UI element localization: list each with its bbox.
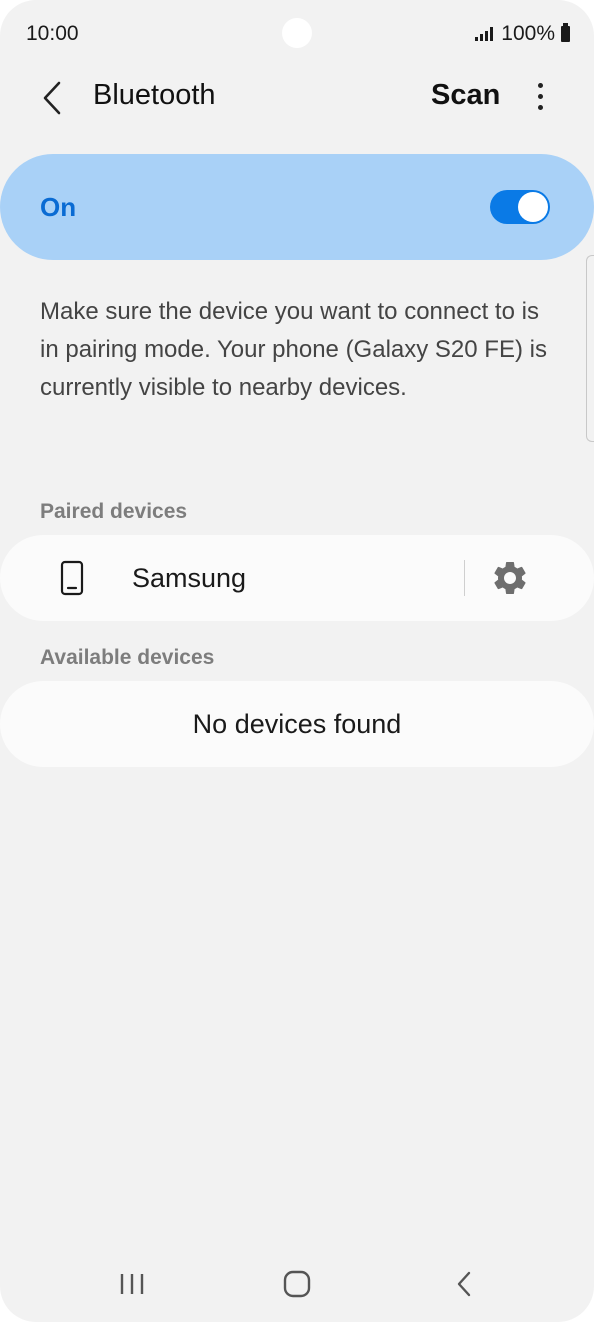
phone-icon (60, 560, 84, 596)
recents-button[interactable] (102, 1264, 162, 1304)
paired-device-item[interactable]: Samsung (0, 535, 594, 621)
home-button[interactable] (267, 1264, 327, 1304)
app-bar: Bluetooth Scan (0, 62, 594, 132)
scrollbar[interactable] (586, 255, 594, 442)
signal-icon (475, 27, 494, 41)
page-title: Bluetooth (93, 79, 216, 111)
back-icon (457, 1271, 471, 1297)
status-bar: 10:00 100% (0, 0, 594, 70)
gear-icon (494, 562, 526, 594)
switch-knob (518, 192, 548, 222)
divider (464, 560, 465, 596)
recents-icon (120, 1274, 144, 1294)
back-arrow-icon (43, 81, 61, 115)
device-name: Samsung (132, 563, 247, 593)
status-indicators: 100% (475, 22, 570, 46)
phone-screen: 10:00 100% Bluetooth Scan On Make sure t… (0, 0, 594, 1322)
paired-devices-header: Paired devices (40, 500, 188, 523)
battery-icon (561, 23, 570, 42)
no-devices-message: No devices found (192, 709, 402, 739)
bluetooth-switch[interactable] (490, 190, 550, 224)
toggle-state-label: On (40, 192, 77, 222)
navigation-bar (0, 1244, 594, 1322)
nav-back-button[interactable] (434, 1264, 494, 1304)
more-options-button[interactable] (520, 76, 560, 116)
pairing-description: Make sure the device you want to connect… (40, 298, 547, 401)
bluetooth-toggle-card[interactable]: On (0, 154, 594, 260)
device-settings-button[interactable] (490, 558, 530, 598)
back-button[interactable] (30, 76, 74, 120)
status-time: 10:00 (26, 22, 79, 45)
battery-percentage: 100% (501, 22, 555, 45)
camera-cutout (282, 18, 312, 48)
more-options-icon (537, 82, 543, 88)
available-devices-header: Available devices (40, 646, 215, 669)
available-devices-card: No devices found (0, 681, 594, 767)
scan-button[interactable]: Scan (431, 79, 500, 112)
home-icon (283, 1270, 311, 1298)
